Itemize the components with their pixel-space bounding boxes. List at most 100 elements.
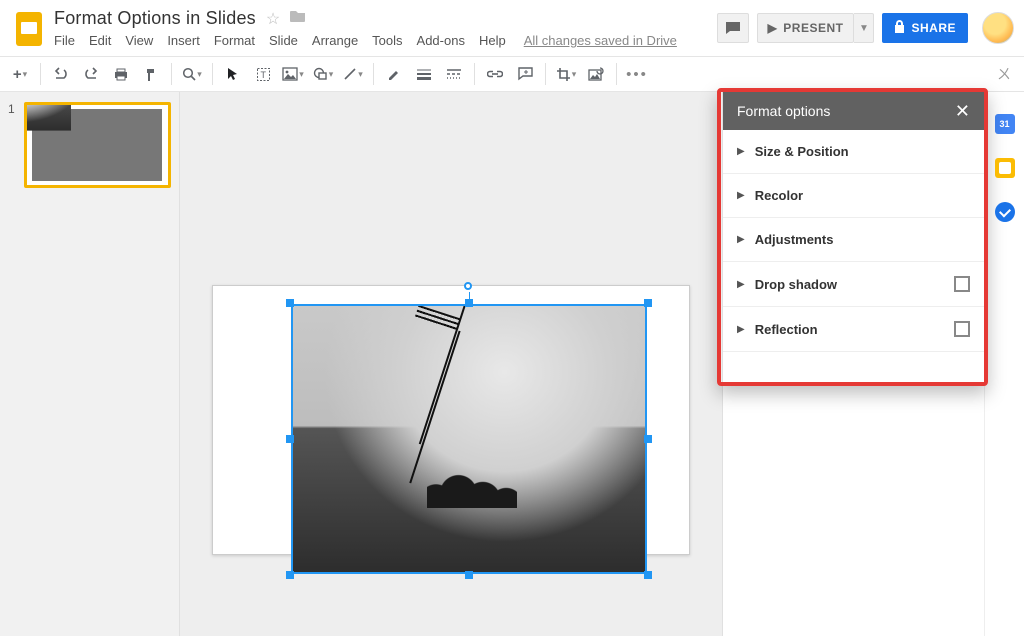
- slide-thumb-image: [32, 109, 162, 181]
- slide-canvas[interactable]: [212, 285, 690, 555]
- menu-tools[interactable]: Tools: [372, 33, 402, 48]
- title-area: Format Options in Slides ☆ File Edit Vie…: [54, 8, 717, 48]
- app-header: Format Options in Slides ☆ File Edit Vie…: [0, 0, 1024, 56]
- menu-help[interactable]: Help: [479, 33, 506, 48]
- tasks-icon[interactable]: [995, 202, 1015, 222]
- separator: [616, 63, 617, 85]
- present-button[interactable]: ▶ PRESENT: [757, 13, 855, 43]
- section-drop-shadow[interactable]: ▶ Drop shadow: [723, 262, 984, 307]
- toolbar: +▾ ▾ T ▾ ▾ ▾ ▾ ••• ㄨ: [0, 56, 1024, 92]
- format-options-pane: Format options ✕ ▶ Size & Position ▶ Rec…: [722, 92, 984, 636]
- shape-tool[interactable]: ▾: [309, 60, 337, 88]
- section-size-position[interactable]: ▶ Size & Position: [723, 130, 984, 174]
- menu-format[interactable]: Format: [214, 33, 255, 48]
- selected-image[interactable]: [291, 304, 647, 574]
- menu-view[interactable]: View: [125, 33, 153, 48]
- more-tools-button[interactable]: •••: [623, 60, 651, 88]
- insert-link-button[interactable]: [481, 60, 509, 88]
- image-content[interactable]: [291, 304, 647, 574]
- present-dropdown[interactable]: ▼: [854, 13, 874, 43]
- redo-button[interactable]: [77, 60, 105, 88]
- play-icon: ▶: [768, 21, 778, 35]
- main-area: 1: [0, 92, 1024, 636]
- drop-shadow-checkbox[interactable]: [954, 276, 970, 292]
- present-label: PRESENT: [783, 21, 843, 35]
- move-folder-icon[interactable]: [290, 9, 306, 28]
- slides-logo: [10, 10, 48, 48]
- separator: [545, 63, 546, 85]
- resize-handle-bm[interactable]: [465, 571, 473, 579]
- border-dash-button[interactable]: [440, 60, 468, 88]
- image-tool[interactable]: ▾: [279, 60, 307, 88]
- menu-addons[interactable]: Add-ons: [417, 33, 465, 48]
- paint-format-button[interactable]: [137, 60, 165, 88]
- resize-handle-ml[interactable]: [286, 435, 294, 443]
- document-title[interactable]: Format Options in Slides: [54, 8, 256, 29]
- resize-handle-tl[interactable]: [286, 299, 294, 307]
- header-actions: ▶ PRESENT ▼ SHARE: [717, 12, 1014, 44]
- svg-text:T: T: [260, 70, 266, 80]
- save-status[interactable]: All changes saved in Drive: [524, 33, 677, 48]
- crop-button[interactable]: ▾: [552, 60, 580, 88]
- resize-handle-br[interactable]: [644, 571, 652, 579]
- insert-comment-button[interactable]: [511, 60, 539, 88]
- comments-button[interactable]: [717, 13, 749, 43]
- section-label: Adjustments: [755, 232, 834, 247]
- separator: [373, 63, 374, 85]
- section-label: Reflection: [755, 322, 818, 337]
- collapse-toolbar-button[interactable]: ㄨ: [990, 64, 1018, 84]
- line-tool[interactable]: ▾: [339, 60, 367, 88]
- zoom-button[interactable]: ▾: [178, 60, 206, 88]
- menu-arrange[interactable]: Arrange: [312, 33, 358, 48]
- share-label: SHARE: [911, 21, 956, 35]
- section-label: Recolor: [755, 188, 803, 203]
- textbox-tool[interactable]: T: [249, 60, 277, 88]
- rotate-handle[interactable]: [464, 282, 472, 290]
- caret-right-icon: ▶: [737, 146, 745, 157]
- slide-thumb-frame: [24, 102, 171, 188]
- caret-right-icon: ▶: [737, 234, 745, 245]
- slide-number: 1: [8, 102, 18, 188]
- keep-icon[interactable]: [995, 158, 1015, 178]
- resize-handle-tm[interactable]: [465, 299, 473, 307]
- lock-icon: [894, 20, 905, 36]
- canvas-area[interactable]: [180, 92, 722, 636]
- slide-thumbnail[interactable]: 1: [8, 102, 171, 188]
- section-reflection[interactable]: ▶ Reflection: [723, 307, 984, 352]
- select-tool[interactable]: [219, 60, 247, 88]
- menu-bar: File Edit View Insert Format Slide Arran…: [54, 33, 717, 48]
- resize-handle-tr[interactable]: [644, 299, 652, 307]
- format-options-header: Format options ✕: [723, 92, 984, 130]
- print-button[interactable]: [107, 60, 135, 88]
- reset-image-button[interactable]: [582, 60, 610, 88]
- caret-right-icon: ▶: [737, 279, 745, 290]
- menu-slide[interactable]: Slide: [269, 33, 298, 48]
- format-options-title: Format options: [737, 103, 830, 119]
- star-icon[interactable]: ☆: [266, 9, 280, 29]
- calendar-icon[interactable]: 31: [995, 114, 1015, 134]
- menu-insert[interactable]: Insert: [167, 33, 200, 48]
- section-recolor[interactable]: ▶ Recolor: [723, 174, 984, 218]
- menu-edit[interactable]: Edit: [89, 33, 111, 48]
- separator: [212, 63, 213, 85]
- section-label: Drop shadow: [755, 277, 837, 292]
- section-adjustments[interactable]: ▶ Adjustments: [723, 218, 984, 262]
- border-weight-button[interactable]: [410, 60, 438, 88]
- separator: [40, 63, 41, 85]
- side-panel-rail: 31: [984, 92, 1024, 636]
- menu-file[interactable]: File: [54, 33, 75, 48]
- close-icon[interactable]: ✕: [955, 101, 970, 122]
- section-label: Size & Position: [755, 144, 849, 159]
- filmstrip: 1: [0, 92, 180, 636]
- caret-right-icon: ▶: [737, 324, 745, 335]
- separator: [171, 63, 172, 85]
- resize-handle-bl[interactable]: [286, 571, 294, 579]
- resize-handle-mr[interactable]: [644, 435, 652, 443]
- share-button[interactable]: SHARE: [882, 13, 968, 43]
- account-avatar[interactable]: [982, 12, 1014, 44]
- new-slide-button[interactable]: +▾: [6, 60, 34, 88]
- reflection-checkbox[interactable]: [954, 321, 970, 337]
- caret-right-icon: ▶: [737, 190, 745, 201]
- undo-button[interactable]: [47, 60, 75, 88]
- border-color-button[interactable]: [380, 60, 408, 88]
